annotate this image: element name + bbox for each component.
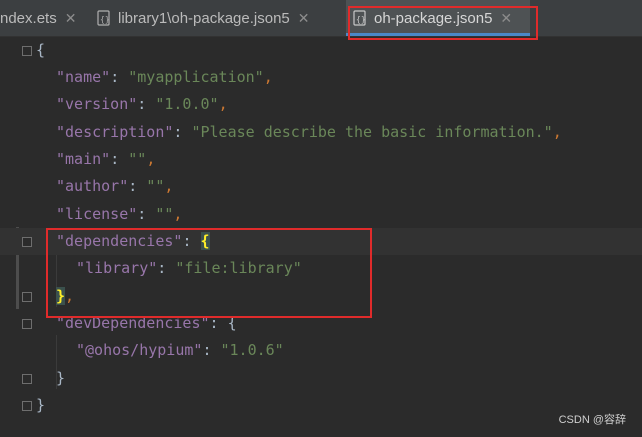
code-line-2: "name": "myapplication", bbox=[56, 68, 273, 86]
code-line-6: "author": "", bbox=[56, 177, 174, 195]
tab-label: library1\oh-package.json5 bbox=[118, 9, 290, 27]
code-line-5: "main": "", bbox=[56, 150, 156, 168]
fold-toggle-icon[interactable] bbox=[22, 401, 32, 411]
code-line-14: } bbox=[36, 396, 46, 414]
svg-text:{}: {} bbox=[356, 15, 366, 24]
editor-tab-bar: ndex.ets ✕ {} library1\oh-package.json5 … bbox=[0, 0, 642, 37]
code-line-3: "version": "1.0.0", bbox=[56, 95, 228, 113]
watermark: CSDN @容辞 bbox=[558, 414, 626, 426]
svg-text:{}: {} bbox=[100, 15, 110, 24]
tab-library1-oh-package[interactable]: {} library1\oh-package.json5 ✕ bbox=[96, 0, 342, 36]
close-icon[interactable]: ✕ bbox=[298, 10, 310, 27]
fold-toggle-icon[interactable] bbox=[22, 46, 32, 56]
code-line-1: { bbox=[36, 41, 46, 59]
json5-file-icon: {} bbox=[96, 10, 112, 26]
code-line-13: } bbox=[56, 369, 66, 387]
code-line-9: "library": "file:library" bbox=[76, 259, 302, 277]
code-line-4: "description": "Please describe the basi… bbox=[56, 123, 562, 141]
close-icon[interactable]: ✕ bbox=[500, 10, 512, 27]
matched-brace: } bbox=[56, 287, 66, 305]
close-icon[interactable]: ✕ bbox=[65, 10, 77, 27]
code-line-11: "devDependencies": { bbox=[56, 314, 237, 332]
fold-toggle-icon[interactable] bbox=[22, 292, 32, 302]
matched-brace: { bbox=[200, 232, 210, 250]
tab-oh-package-active[interactable]: {} oh-package.json5 ✕ bbox=[346, 0, 530, 36]
code-line-7: "license": "", bbox=[56, 205, 183, 223]
code-editor[interactable]: { "name": "myapplication", "version": "1… bbox=[0, 37, 642, 437]
fold-toggle-icon[interactable] bbox=[22, 374, 32, 384]
tab-label: oh-package.json5 bbox=[374, 9, 493, 27]
code-line-10: }, bbox=[56, 287, 75, 305]
json5-file-icon: {} bbox=[352, 10, 368, 26]
code-line-12: "@ohos/hypium": "1.0.6" bbox=[76, 341, 284, 359]
tab-label: ndex.ets bbox=[0, 9, 57, 27]
fold-toggle-icon[interactable] bbox=[22, 237, 32, 247]
tab-index-ets[interactable]: ndex.ets ✕ bbox=[0, 0, 88, 36]
code-line-8: "dependencies": { bbox=[0, 228, 642, 255]
fold-toggle-icon[interactable] bbox=[22, 319, 32, 329]
